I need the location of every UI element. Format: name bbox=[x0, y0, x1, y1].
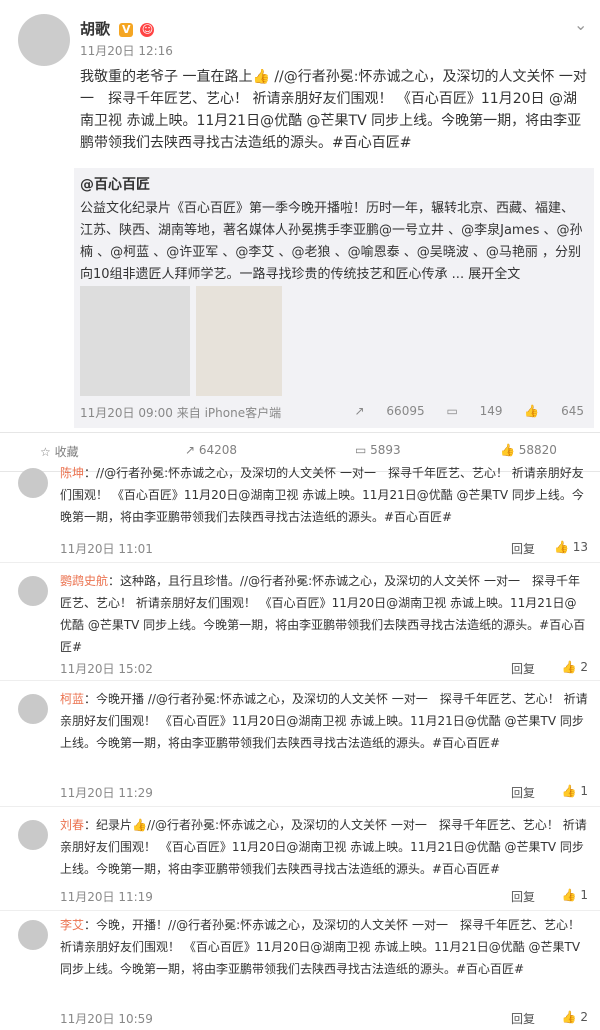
repost-body: 公益文化纪录片《百心百匠》第一季今晚开播啦！历时一年，辗转北京、西藏、福建、江苏… bbox=[80, 201, 583, 282]
collect-label: 收藏 bbox=[54, 445, 79, 459]
comment-like-count: 2 bbox=[580, 1010, 588, 1024]
comment-like-count: 1 bbox=[580, 784, 588, 798]
repost-count: 64208 bbox=[198, 443, 238, 457]
repost-button[interactable]: ↗ 64208 bbox=[185, 443, 237, 457]
comment-avatar[interactable] bbox=[18, 820, 48, 850]
divider bbox=[0, 680, 600, 681]
repost-repost-count[interactable]: ↗ 66095 bbox=[355, 404, 425, 418]
comment-time: 11月20日 15:02 bbox=[60, 662, 153, 676]
comment-text: ：今晚，开播！//@行者孙冕:怀赤诚之心，及深切的人文关怀 一对一 探寻千年匠艺… bbox=[60, 918, 581, 976]
author-avatar[interactable] bbox=[18, 14, 70, 66]
repost-author[interactable]: @百心百匠 bbox=[80, 174, 150, 194]
member-badge: ☺ bbox=[140, 22, 155, 37]
reply-button[interactable]: 回复 bbox=[511, 660, 535, 677]
repost-like-count-value: 645 bbox=[561, 404, 584, 418]
comment-button[interactable]: ▭ 5893 bbox=[355, 443, 401, 457]
comment-count: 5893 bbox=[370, 443, 401, 457]
comment-author[interactable]: 鹦鹉史航 bbox=[60, 574, 108, 588]
repost-meta: 11月20日 09:00 来自 iPhone客户端 bbox=[80, 406, 282, 420]
like-count: 58820 bbox=[518, 443, 557, 457]
comment-like-button[interactable]: 👍 2 bbox=[562, 1010, 588, 1024]
repost-card: @百心百匠 公益文化纪录片《百心百匠》第一季今晚开播啦！历时一年，辗转北京、西藏… bbox=[74, 168, 594, 428]
comment-avatar[interactable] bbox=[18, 576, 48, 606]
poster-image-1[interactable] bbox=[80, 286, 190, 396]
comment-time: 11月20日 11:19 bbox=[60, 890, 153, 904]
comment-author[interactable]: 李艾 bbox=[60, 918, 84, 932]
comment-author[interactable]: 刘春 bbox=[60, 818, 84, 832]
divider bbox=[0, 910, 600, 911]
reply-button[interactable]: 回复 bbox=[511, 784, 535, 801]
comment-text: ：纪录片👍//@行者孙冕:怀赤诚之心，及深切的人文关怀 一对一 探寻千年匠艺、艺… bbox=[60, 818, 587, 876]
reply-button[interactable]: 回复 bbox=[511, 888, 535, 905]
reply-button[interactable]: 回复 bbox=[511, 1010, 535, 1027]
comment-body: 柯蓝：今晚开播 //@行者孙冕:怀赤诚之心，及深切的人文关怀 一对一 探寻千年匠… bbox=[60, 688, 588, 754]
comment-like-button[interactable]: 👍 13 bbox=[554, 540, 588, 554]
repost-comment-count[interactable]: ▭ 149 bbox=[446, 404, 502, 418]
comment-author[interactable]: 柯蓝 bbox=[60, 692, 84, 706]
comment-time: 11月20日 10:59 bbox=[60, 1012, 153, 1026]
post-time[interactable]: 11月20日 12:16 bbox=[80, 42, 173, 59]
comment-body: 鹦鹉史航：这种路，且行且珍惜。//@行者孙冕:怀赤诚之心，及深切的人文关怀 一对… bbox=[60, 570, 588, 658]
comment-body: 李艾：今晚，开播！//@行者孙冕:怀赤诚之心，及深切的人文关怀 一对一 探寻千年… bbox=[60, 914, 588, 980]
comment-text: ：今晚开播 //@行者孙冕:怀赤诚之心，及深切的人文关怀 一对一 探寻千年匠艺、… bbox=[60, 692, 588, 750]
reply-button[interactable]: 回复 bbox=[511, 540, 535, 557]
divider bbox=[0, 562, 600, 563]
collect-button[interactable]: ☆ 收藏 bbox=[40, 443, 79, 460]
comment-like-count: 2 bbox=[580, 660, 588, 674]
comment-time: 11月20日 11:29 bbox=[60, 786, 153, 800]
comment-text: ：//@行者孙冕:怀赤诚之心，及深切的人文关怀 一对一 探寻千年匠艺、艺心！ 祈… bbox=[60, 466, 584, 524]
comment-like-count: 1 bbox=[580, 888, 588, 902]
like-button[interactable]: 👍 58820 bbox=[500, 443, 557, 457]
comment-body: 刘春：纪录片👍//@行者孙冕:怀赤诚之心，及深切的人文关怀 一对一 探寻千年匠艺… bbox=[60, 814, 588, 880]
comment-avatar[interactable] bbox=[18, 694, 48, 724]
divider bbox=[0, 806, 600, 807]
chevron-down-icon[interactable]: ⌄ bbox=[574, 15, 588, 34]
verified-badge: V bbox=[119, 22, 134, 37]
comment-time: 11月20日 11:01 bbox=[60, 542, 153, 556]
repost-comment-count-value: 149 bbox=[479, 404, 503, 418]
comment-avatar[interactable] bbox=[18, 468, 48, 498]
author-name[interactable]: 胡歌 V ☺ bbox=[80, 18, 155, 39]
comment-author[interactable]: 陈坤 bbox=[60, 466, 84, 480]
repost-stats: ↗ 66095 ▭ 149 👍 645 bbox=[337, 404, 584, 418]
author-name-text[interactable]: 胡歌 bbox=[80, 20, 110, 38]
comment-like-count: 13 bbox=[572, 540, 588, 554]
comment-avatar[interactable] bbox=[18, 920, 48, 950]
repost-repost-count-value: 66095 bbox=[386, 404, 425, 418]
poster-image-2[interactable] bbox=[196, 286, 282, 396]
comment-body: 陈坤：//@行者孙冕:怀赤诚之心，及深切的人文关怀 一对一 探寻千年匠艺、艺心！… bbox=[60, 462, 588, 528]
comment-like-button[interactable]: 👍 1 bbox=[562, 888, 588, 902]
comment-like-button[interactable]: 👍 1 bbox=[562, 784, 588, 798]
post-body: 我敬重的老爷子 一直在路上👍 //@行者孙冕:怀赤诚之心，及深切的人文关怀 一对… bbox=[80, 69, 587, 151]
comment-like-button[interactable]: 👍 2 bbox=[562, 660, 588, 674]
comment-text: ：这种路，且行且珍惜。//@行者孙冕:怀赤诚之心，及深切的人文关怀 一对一 探寻… bbox=[60, 574, 586, 654]
repost-like-count[interactable]: 👍 645 bbox=[524, 404, 584, 418]
